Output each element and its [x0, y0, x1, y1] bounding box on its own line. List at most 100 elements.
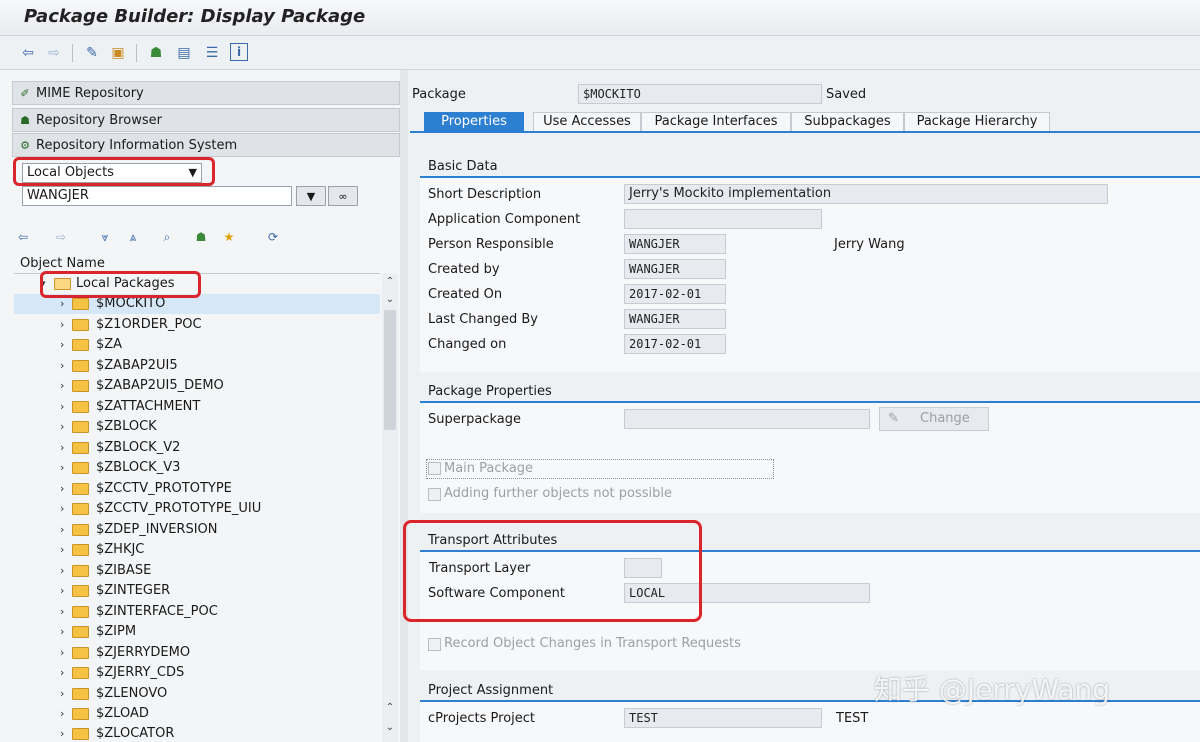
triangle-down-icon: ▼	[306, 189, 316, 203]
mime-icon: ✐	[20, 86, 30, 100]
chevron-right-icon[interactable]: ›	[60, 663, 64, 683]
tree-row[interactable]: › $ZA	[14, 335, 380, 355]
chevron-right-icon[interactable]: ›	[60, 458, 64, 478]
folder-icon	[72, 544, 89, 556]
tree-row[interactable]: › $ZINTERFACE_POC	[14, 602, 380, 622]
scrollbar-thumb[interactable]	[384, 310, 396, 430]
tree-row[interactable]: › $ZLOAD	[14, 704, 380, 724]
folder-icon	[72, 647, 89, 659]
object-tree: ▾ Local Packages › $MOCKITO › $Z1ORDER_POC…	[14, 274, 380, 742]
chevron-right-icon[interactable]: ›	[60, 499, 64, 519]
main-package-checkbox[interactable]	[428, 462, 441, 475]
tree-row[interactable]: › $ZJERRYDEMO	[14, 643, 380, 663]
chevron-right-icon[interactable]: ›	[60, 724, 64, 742]
user-dropdown-button[interactable]: ▼	[296, 186, 326, 206]
where-used-icon[interactable]: ☰	[202, 43, 222, 63]
tree-row[interactable]: › $ZIPM	[14, 622, 380, 642]
tree-row[interactable]: › $ZLENOVO	[14, 684, 380, 704]
tree-row[interactable]: › $ZINTEGER	[14, 581, 380, 601]
favorites-star-icon[interactable]: ★	[220, 228, 238, 246]
chevron-right-icon[interactable]: ›	[60, 540, 64, 560]
tab-package-hierarchy[interactable]: Package Hierarchy	[904, 112, 1050, 132]
info-icon[interactable]: i	[230, 43, 248, 61]
expand-icon[interactable]: ⩔	[96, 228, 114, 246]
scroll-down-icon[interactable]: ⌄	[382, 722, 398, 733]
chevron-right-icon[interactable]: ›	[60, 335, 64, 355]
tree-row[interactable]: › $ZDEP_INVERSION	[14, 520, 380, 540]
chevron-right-icon[interactable]: ›	[60, 356, 64, 376]
chevron-right-icon[interactable]: ›	[60, 602, 64, 622]
changed-on-label: Changed on	[428, 337, 507, 352]
last-changed-by-field: WANGJER	[624, 309, 726, 329]
tree-row[interactable]: › $ZABAP2UI5_DEMO	[14, 376, 380, 396]
panel-splitter[interactable]	[400, 70, 408, 742]
nav-mime-repository[interactable]: ✐ MIME Repository	[12, 81, 400, 105]
forward-arrow-icon[interactable]: ⇨	[44, 43, 64, 63]
tree-row[interactable]: › $ZATTACHMENT	[14, 397, 380, 417]
scroll-up-icon[interactable]: ⌃	[382, 702, 398, 713]
tree-row[interactable]: › $ZLOCATOR	[14, 724, 380, 742]
chevron-right-icon[interactable]: ›	[60, 376, 64, 396]
find-icon[interactable]: ⌕	[158, 228, 176, 246]
back-arrow-icon[interactable]: ⇦	[18, 43, 38, 63]
tab-subpackages[interactable]: Subpackages	[791, 112, 904, 132]
title-bar: Package Builder: Display Package	[0, 0, 1200, 36]
record-changes-checkbox[interactable]	[428, 638, 441, 651]
tree-row[interactable]: › $ZCCTV_PROTOTYPE	[14, 479, 380, 499]
hierarchy-icon[interactable]: ☗	[146, 43, 166, 63]
scroll-down-icon[interactable]: ⌄	[382, 294, 398, 305]
user-input[interactable]: WANGJER	[22, 186, 292, 206]
scroll-up-icon[interactable]: ⌃	[382, 276, 398, 287]
save-status: Saved	[826, 87, 867, 102]
tree-row[interactable]: › $ZBLOCK	[14, 417, 380, 437]
change-button-label: Change	[920, 411, 970, 426]
tree-scrollbar[interactable]: ⌃ ⌄ ⌃ ⌄	[382, 274, 398, 742]
tree-row[interactable]: › $Z1ORDER_POC	[14, 315, 380, 335]
next-object-icon[interactable]: ⇨	[52, 228, 70, 246]
display-object-list-icon[interactable]: ▤	[174, 43, 194, 63]
tree-row-label: $Z1ORDER_POC	[96, 317, 202, 332]
collapse-icon[interactable]: ⩓	[124, 228, 142, 246]
created-by-label: Created by	[428, 262, 500, 277]
previous-object-icon[interactable]: ⇦	[14, 228, 32, 246]
tree-row[interactable]: › $ZCCTV_PROTOTYPE_UIU	[14, 499, 380, 519]
folder-icon	[72, 503, 89, 515]
tree-row-label: $ZJERRY_CDS	[96, 665, 185, 680]
refresh-icon[interactable]: ⟳	[264, 228, 282, 246]
tree-row[interactable]: › $ZHKJC	[14, 540, 380, 560]
chevron-right-icon[interactable]: ›	[60, 684, 64, 704]
chevron-right-icon[interactable]: ›	[60, 315, 64, 335]
tree-row-label: $ZBLOCK_V3	[96, 460, 181, 475]
chevron-right-icon[interactable]: ›	[60, 622, 64, 642]
tree-row[interactable]: › $ZABAP2UI5	[14, 356, 380, 376]
chevron-right-icon[interactable]: ›	[60, 417, 64, 437]
chevron-right-icon[interactable]: ›	[60, 438, 64, 458]
short-description-field: Jerry's Mockito implementation	[624, 184, 1108, 204]
tree-row-label: $ZINTERFACE_POC	[96, 604, 218, 619]
tab-package-interfaces[interactable]: Package Interfaces	[641, 112, 791, 132]
display-button[interactable]: ∞	[328, 186, 358, 206]
edit-toggle-icon[interactable]: ✎	[82, 43, 102, 63]
chevron-right-icon[interactable]: ›	[60, 561, 64, 581]
tree-row[interactable]: › $ZIBASE	[14, 561, 380, 581]
tab-use-accesses[interactable]: Use Accesses	[533, 112, 641, 132]
tree-row[interactable]: › $ZBLOCK_V2	[14, 438, 380, 458]
toolbar-separator	[136, 44, 137, 62]
nav-repository-information-system[interactable]: ⚙ Repository Information System	[12, 133, 400, 157]
other-object-icon[interactable]: ▣	[108, 43, 128, 63]
hierarchy-tree-icon[interactable]: ☗	[192, 228, 210, 246]
chevron-right-icon[interactable]: ›	[60, 581, 64, 601]
highlight-annotation	[403, 520, 702, 622]
chevron-right-icon[interactable]: ›	[60, 397, 64, 417]
adding-further-objects-checkbox[interactable]	[428, 488, 441, 501]
chevron-right-icon[interactable]: ›	[60, 704, 64, 724]
glasses-icon: ∞	[338, 189, 348, 203]
change-button[interactable]: ✎ Change	[879, 407, 989, 431]
chevron-right-icon[interactable]: ›	[60, 520, 64, 540]
tree-row[interactable]: › $ZBLOCK_V3	[14, 458, 380, 478]
chevron-right-icon[interactable]: ›	[60, 479, 64, 499]
tab-properties[interactable]: Properties	[424, 112, 524, 132]
tree-row[interactable]: › $ZJERRY_CDS	[14, 663, 380, 683]
chevron-right-icon[interactable]: ›	[60, 643, 64, 663]
nav-repository-browser[interactable]: ☗ Repository Browser	[12, 108, 400, 132]
